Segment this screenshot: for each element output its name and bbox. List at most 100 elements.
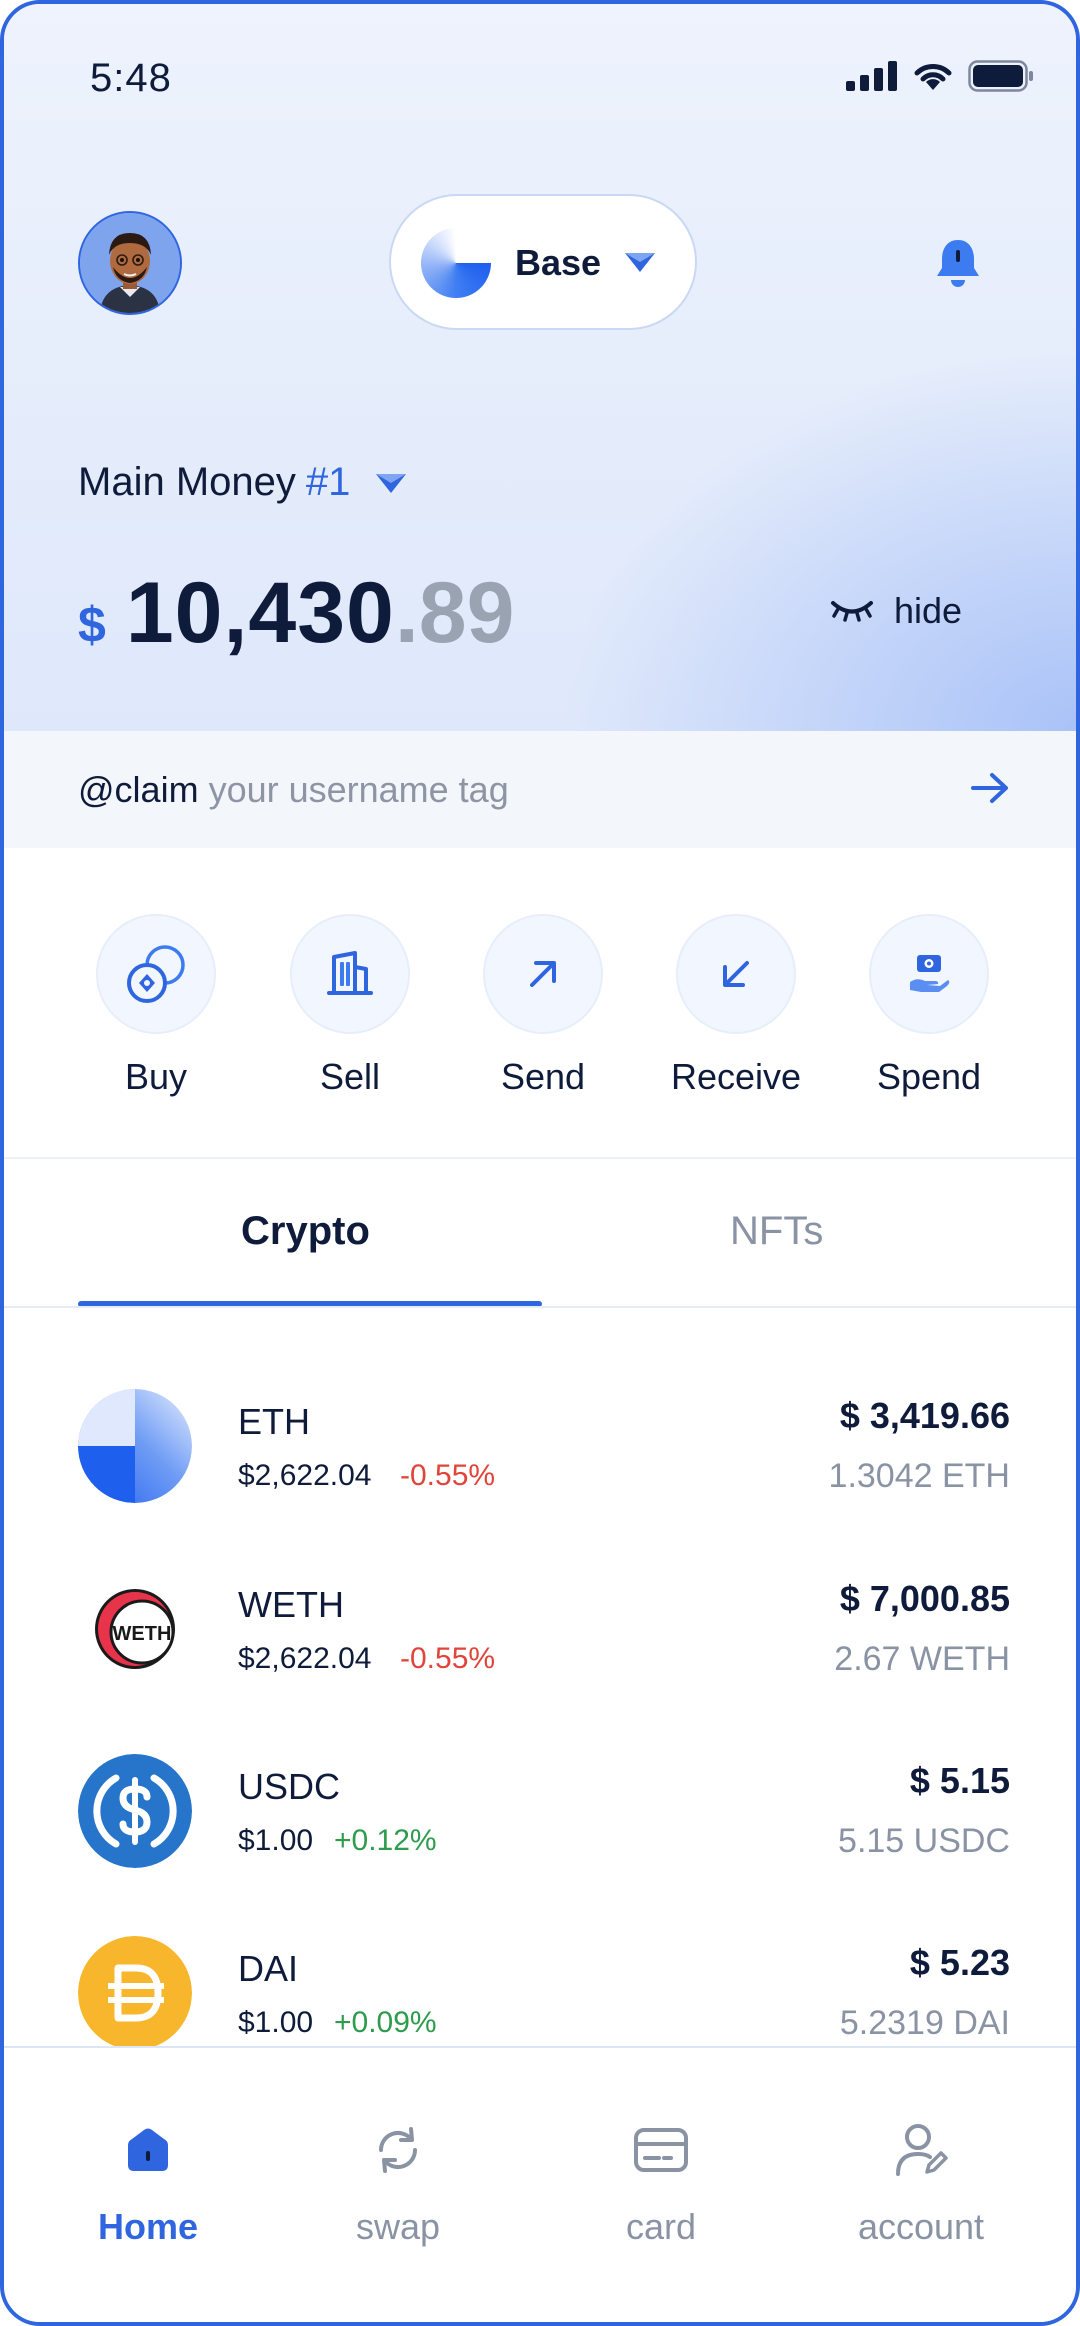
buy-button[interactable]: Buy — [66, 914, 246, 1098]
token-price: $2,622.04 — [238, 1459, 372, 1492]
nav-home-label: Home — [97, 2206, 199, 2247]
quick-actions: Buy Sell Send Receive Spend — [4, 914, 1076, 1097]
send-button[interactable]: Send — [453, 914, 633, 1098]
token-price: $2,622.04 — [238, 1642, 372, 1675]
account-icon — [896, 2124, 948, 2176]
token-amount: 5.2319 DAI — [839, 2004, 1010, 2042]
caret-down-icon — [376, 473, 407, 493]
token-value: $ 5.23 — [909, 1942, 1010, 1983]
avatar-image — [80, 213, 180, 313]
receive-button[interactable]: Receive — [646, 914, 826, 1098]
caret-down-icon — [625, 253, 655, 272]
nav-swap-label: swap — [355, 2206, 441, 2247]
dai-icon — [78, 1936, 192, 2050]
spend-label: Spend — [876, 1056, 982, 1097]
wallet-header: 5:48 Base Main Money #1 $ 10,430 .89 hid… — [4, 4, 1076, 731]
battery-icon — [968, 60, 1033, 92]
action-circle — [869, 914, 989, 1034]
status-icons — [846, 60, 1034, 92]
divider — [4, 1157, 1076, 1159]
balance-currency: $ — [78, 597, 106, 653]
send-label: Send — [500, 1056, 586, 1097]
divider — [4, 1306, 1076, 1308]
arrow-right-icon — [971, 773, 1008, 803]
nav-swap[interactable]: swap — [298, 2118, 498, 2248]
network-name: Base — [515, 242, 602, 283]
eye-closed-icon — [831, 601, 873, 622]
weth-icon: WETH — [78, 1572, 192, 1686]
claim-text: @claim your username tag — [78, 769, 509, 811]
nav-icon-wrap — [821, 2118, 1021, 2182]
action-circle — [96, 914, 216, 1034]
nav-icon-wrap — [48, 2118, 248, 2182]
eth-icon — [78, 1389, 192, 1503]
card-icon — [634, 2128, 688, 2172]
usdc-icon — [78, 1754, 192, 1868]
token-value: $ 5.15 — [909, 1760, 1010, 1801]
token-row-eth[interactable]: ETH $2,622.04 -0.55% $ 3,419.66 1.3042 E… — [4, 1389, 1076, 1549]
nav-icon-wrap — [298, 2118, 498, 2182]
nav-card[interactable]: card — [561, 2118, 761, 2248]
balance-integer: 10,430 — [125, 565, 395, 661]
network-selector[interactable]: Base — [389, 194, 697, 330]
account-name: Main Money — [78, 460, 296, 504]
token-amount: 5.15 USDC — [838, 1822, 1010, 1860]
account-selector[interactable]: Main Money #1 — [78, 460, 408, 505]
token-value: $ 3,419.66 — [839, 1395, 1010, 1436]
claim-handle: @claim — [78, 769, 199, 810]
base-network-icon — [421, 228, 491, 298]
phone-frame: 5:48 Base Main Money #1 $ 10,430 .89 hid… — [0, 0, 1080, 2326]
wifi-icon — [914, 64, 952, 90]
balance-decimal: .89 — [394, 565, 515, 661]
hide-balance-button[interactable]: hide — [830, 590, 962, 632]
token-value: $ 7,000.85 — [839, 1578, 1010, 1619]
token-symbol: WETH — [238, 1584, 344, 1625]
nav-account-label: account — [857, 2206, 985, 2247]
bottom-navigation: Home swap card account — [4, 2046, 1076, 2322]
nav-account[interactable]: account — [821, 2118, 1021, 2248]
token-change: +0.12% — [334, 1824, 437, 1857]
hide-label: hide — [894, 590, 963, 631]
action-circle — [483, 914, 603, 1034]
spend-button[interactable]: Spend — [839, 914, 1019, 1098]
action-circle — [290, 914, 410, 1034]
nav-icon-wrap — [561, 2118, 761, 2182]
coins-icon — [127, 945, 185, 1003]
token-symbol: DAI — [238, 1948, 299, 1989]
status-time: 5:48 — [90, 56, 172, 100]
token-row-usdc[interactable]: USDC $1.00 +0.12% $ 5.15 5.15 USDC — [4, 1754, 1076, 1914]
arrow-down-left-icon — [723, 961, 749, 987]
bell-icon[interactable] — [934, 236, 982, 290]
hand-card-icon — [910, 955, 950, 992]
token-amount: 2.67 WETH — [834, 1640, 1010, 1678]
arrow-up-right-icon — [530, 961, 556, 987]
token-price: $1.00 — [238, 1824, 314, 1857]
token-price: $1.00 — [238, 2006, 314, 2039]
token-symbol: ETH — [238, 1401, 310, 1442]
nav-home[interactable]: Home — [48, 2118, 248, 2248]
tab-nfts[interactable]: NFTs — [730, 1209, 823, 1254]
weth-logo-text: WETH — [113, 1623, 172, 1645]
swap-icon — [378, 2127, 418, 2173]
token-symbol: USDC — [238, 1766, 341, 1807]
token-amount: 1.3042 ETH — [828, 1457, 1010, 1495]
buy-label: Buy — [124, 1056, 188, 1097]
sell-button[interactable]: Sell — [260, 914, 440, 1098]
token-row-weth[interactable]: WETH WETH $2,622.04 -0.55% $ 7,000.85 2.… — [4, 1572, 1076, 1732]
sell-label: Sell — [319, 1056, 381, 1097]
action-circle — [676, 914, 796, 1034]
total-balance: $ 10,430 .89 — [78, 564, 514, 663]
home-icon — [128, 2128, 168, 2171]
receive-label: Receive — [670, 1056, 802, 1097]
claim-description: your username tag — [198, 769, 509, 810]
avatar[interactable] — [78, 211, 182, 315]
account-number: #1 — [305, 460, 351, 504]
tab-crypto[interactable]: Crypto — [241, 1209, 370, 1254]
signal-icon — [846, 61, 897, 91]
token-change: -0.55% — [400, 1642, 496, 1675]
token-change: +0.09% — [334, 2006, 437, 2039]
building-icon — [327, 951, 373, 995]
claim-username-banner[interactable]: @claim your username tag — [4, 731, 1076, 848]
token-change: -0.55% — [400, 1459, 496, 1492]
nav-card-label: card — [625, 2206, 697, 2247]
